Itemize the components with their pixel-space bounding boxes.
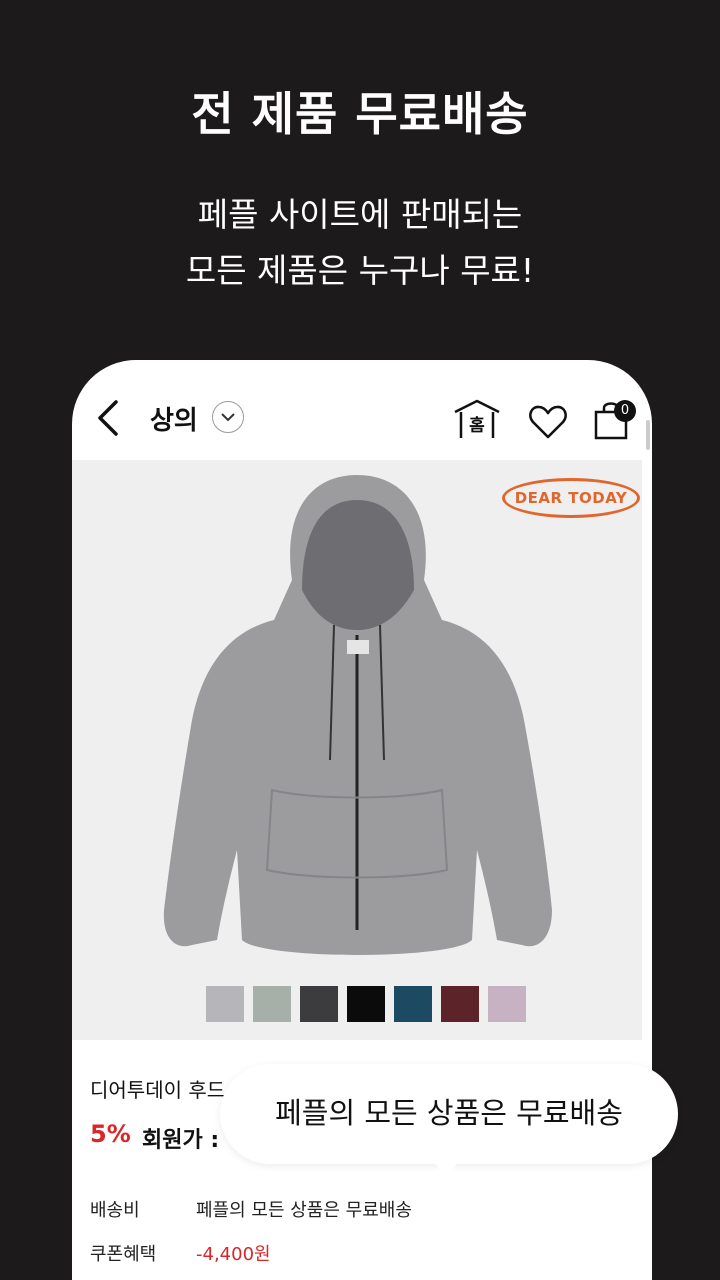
page-title: 상의 — [150, 406, 198, 436]
color-swatch[interactable] — [488, 986, 526, 1022]
hoodie-illustration — [163, 475, 552, 955]
wishlist-button[interactable] — [528, 404, 568, 440]
back-button[interactable] — [94, 398, 124, 438]
shipping-value: 페플의 모든 상품은 무료배송 — [196, 1200, 412, 1221]
tooltip-tail — [432, 1160, 460, 1178]
member-price-label: 회원가 : — [142, 1128, 220, 1153]
product-name: 디어투데이 후드 — [90, 1078, 226, 1102]
color-swatch[interactable] — [206, 986, 244, 1022]
color-swatches — [206, 986, 526, 1022]
category-dropdown-button[interactable] — [212, 401, 244, 433]
cart-count-badge: 0 — [614, 400, 636, 422]
color-swatch[interactable] — [253, 986, 291, 1022]
color-swatch[interactable] — [300, 986, 338, 1022]
heart-icon — [529, 405, 567, 439]
promo-subline-2: 모든 제품은 누구나 무료! — [185, 251, 535, 290]
promo-subline-1: 페플 사이트에 판매되는 — [197, 195, 523, 234]
discount-rate: 5% — [90, 1120, 131, 1148]
home-icon-label: 홈 — [469, 415, 485, 436]
color-swatch[interactable] — [394, 986, 432, 1022]
chevron-down-icon — [221, 413, 235, 422]
coupon-value: -4,400원 — [196, 1244, 271, 1265]
top-bar: 상의 홈 0 — [72, 360, 652, 460]
promo-headline: 전 제품 무료배송 — [191, 87, 529, 141]
home-button[interactable]: 홈 — [452, 398, 502, 442]
free-shipping-tooltip: 페플의 모든 상품은 무료배송 — [220, 1064, 678, 1164]
scrollbar[interactable] — [646, 420, 650, 450]
shipping-label: 배송비 — [90, 1200, 140, 1221]
coupon-label: 쿠폰혜택 — [90, 1244, 157, 1265]
back-arrow-icon — [98, 400, 118, 436]
color-swatch[interactable] — [347, 986, 385, 1022]
color-swatch[interactable] — [441, 986, 479, 1022]
home-icon: 홈 — [454, 399, 500, 438]
